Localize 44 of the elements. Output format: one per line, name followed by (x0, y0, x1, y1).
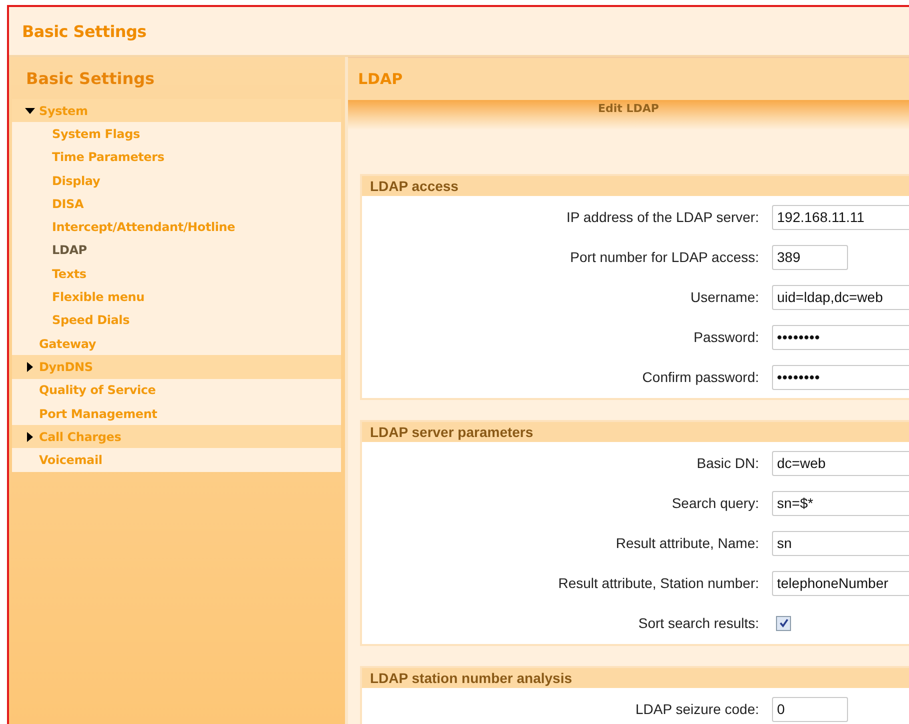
sidebar-item[interactable]: System (39, 104, 88, 118)
sidebar-item[interactable]: Voicemail (39, 453, 102, 468)
input-field[interactable]: dc=web (772, 450, 909, 476)
field-label: Confirm password: (641, 369, 759, 385)
field-label: Result attribute, Name: (614, 535, 759, 551)
field-label: IP address of the LDAP server: (566, 209, 759, 225)
content-title: LDAP (358, 70, 403, 88)
section-title: LDAP access (370, 178, 458, 194)
caret-right-icon[interactable] (25, 362, 35, 372)
sidebar-item[interactable]: Display (52, 174, 100, 188)
sidebar-item[interactable]: DISA (52, 196, 84, 211)
field-label: Basic DN: (696, 455, 759, 471)
field-label: LDAP seizure code: (634, 701, 759, 717)
section-title: LDAP server parameters (370, 424, 534, 440)
field-label: Sort search results: (637, 615, 759, 631)
field-label: Username: (690, 289, 759, 305)
input-field[interactable]: sn=$* (772, 490, 909, 516)
input-field[interactable]: 0 (772, 696, 848, 722)
input-field[interactable]: uid=ldap,dc=web (772, 284, 909, 310)
caret-down-icon[interactable] (25, 106, 35, 116)
input-field[interactable]: 389 (772, 244, 848, 270)
sidebar-item[interactable]: Call Charges (39, 430, 122, 444)
section-title: LDAP station number analysis (370, 670, 572, 686)
checkbox[interactable] (776, 616, 791, 630)
input-field[interactable]: telephoneNumber (772, 570, 909, 596)
subtitle: Edit LDAP (598, 102, 659, 117)
sidebar-item[interactable]: System Flags (52, 126, 140, 141)
sidebar-item[interactable]: Texts (52, 266, 86, 281)
input-field[interactable]: 192.168.11.11 (772, 204, 909, 230)
field-label: Port number for LDAP access: (569, 249, 759, 265)
sidebar-item[interactable]: DynDNS (39, 360, 93, 374)
input-field[interactable]: •••••••• (772, 364, 909, 390)
sidebar-item[interactable]: LDAP (52, 243, 87, 258)
caret-right-icon[interactable] (25, 432, 35, 442)
sidebar-item[interactable]: Speed Dials (52, 313, 130, 328)
field-label: Password: (692, 329, 759, 345)
input-field[interactable]: sn (772, 530, 909, 556)
sidebar-item[interactable]: Flexible menu (52, 290, 144, 304)
sidebar-title: Basic Settings (26, 68, 155, 88)
field-label: Search query: (670, 495, 759, 511)
page-title: Basic Settings (22, 22, 146, 40)
input-field[interactable]: •••••••• (772, 324, 909, 350)
sidebar-item[interactable]: Gateway (39, 336, 96, 351)
field-label: Result attribute, Station number: (557, 575, 759, 591)
